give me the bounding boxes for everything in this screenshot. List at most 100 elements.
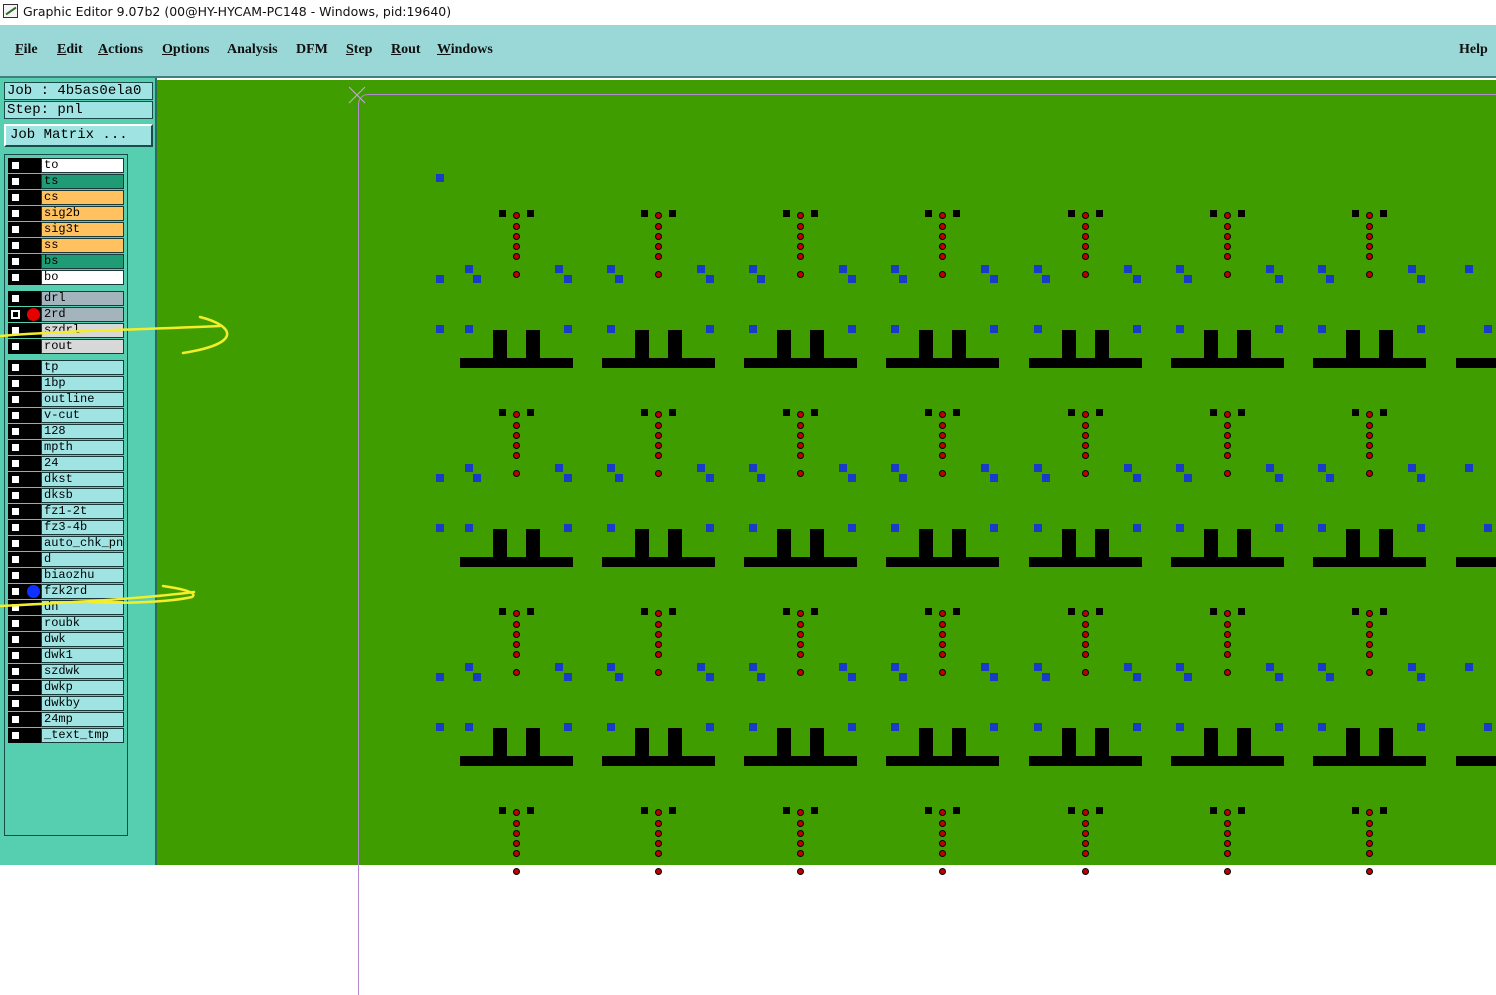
layer-checkbox[interactable] [8,520,23,535]
layer-name[interactable]: to [41,158,124,173]
layer-row-outline[interactable]: outline [8,392,124,407]
layer-checkbox[interactable] [8,408,23,423]
layer-checkbox[interactable] [8,307,23,322]
layer-list-scroll-area[interactable] [128,154,153,836]
layer-name[interactable]: dwkp [41,680,124,695]
layer-checkbox[interactable] [8,174,23,189]
layer-name[interactable]: bs [41,254,124,269]
layer-color-slot[interactable] [23,472,41,487]
layer-checkbox[interactable] [8,360,23,375]
layer-checkbox[interactable] [8,552,23,567]
menu-step[interactable]: Step [346,42,372,58]
layer-checkbox[interactable] [8,632,23,647]
layer-checkbox[interactable] [8,222,23,237]
layer-color-slot[interactable] [23,376,41,391]
layer-name[interactable]: fz1-2t [41,504,124,519]
layer-name[interactable]: sig3t [41,222,124,237]
layer-checkbox[interactable] [8,472,23,487]
layer-name[interactable]: bo [41,270,124,285]
layer-row-_text_tmp[interactable]: _text_tmp [8,728,124,743]
layer-name[interactable]: fz3-4b [41,520,124,535]
layer-name[interactable]: dn [41,600,124,615]
layer-row-dwkby[interactable]: dwkby [8,696,124,711]
layer-row-dksb[interactable]: dksb [8,488,124,503]
layer-row-sig3t[interactable]: sig3t [8,222,124,237]
layer-row-rout[interactable]: rout [8,339,124,354]
layer-row-sig2b[interactable]: sig2b [8,206,124,221]
layer-color-slot[interactable] [23,696,41,711]
menu-edit[interactable]: Edit [57,42,83,58]
layer-name[interactable]: 2rd [41,307,124,322]
layer-color-slot[interactable] [23,339,41,354]
layer-row-bo[interactable]: bo [8,270,124,285]
layer-row-dn[interactable]: dn [8,600,124,615]
layer-checkbox[interactable] [8,190,23,205]
layer-row-to[interactable]: to [8,158,124,173]
layer-name[interactable]: dksb [41,488,124,503]
layer-name[interactable]: szdrl [41,323,124,338]
layer-color-slot[interactable] [23,158,41,173]
layer-color-slot[interactable] [23,488,41,503]
layer-color-slot[interactable] [23,360,41,375]
layer-checkbox[interactable] [8,600,23,615]
layer-name[interactable]: ss [41,238,124,253]
layer-row-dwk[interactable]: dwk [8,632,124,647]
layer-color-slot[interactable] [23,270,41,285]
layer-name[interactable]: 128 [41,424,124,439]
layer-checkbox[interactable] [8,238,23,253]
layer-checkbox[interactable] [8,206,23,221]
layer-name[interactable]: sig2b [41,206,124,221]
layer-name[interactable]: cs [41,190,124,205]
layer-checkbox[interactable] [8,456,23,471]
layer-row-fzk2rd[interactable]: fzk2rd [8,584,124,599]
layer-row-dkst[interactable]: dkst [8,472,124,487]
layer-checkbox[interactable] [8,392,23,407]
layer-color-slot[interactable] [23,190,41,205]
layer-color-slot[interactable] [23,323,41,338]
layer-color-slot[interactable] [23,206,41,221]
layer-name[interactable]: roubk [41,616,124,631]
layer-checkbox[interactable] [8,424,23,439]
layer-checkbox[interactable] [8,323,23,338]
layer-checkbox[interactable] [8,664,23,679]
layer-checkbox[interactable] [8,270,23,285]
layer-row-ss[interactable]: ss [8,238,124,253]
layer-color-slot[interactable] [23,536,41,551]
layer-row-tp[interactable]: tp [8,360,124,375]
layer-color-slot[interactable] [23,424,41,439]
layer-row-dwkp[interactable]: dwkp [8,680,124,695]
menu-options[interactable]: Options [162,42,209,58]
layer-name[interactable]: 24mp [41,712,124,727]
layer-color-slot[interactable] [23,238,41,253]
layer-name[interactable]: fzk2rd [41,584,124,599]
layer-color-slot[interactable] [23,632,41,647]
layer-row-24[interactable]: 24 [8,456,124,471]
menu-help[interactable]: Help [1459,42,1488,58]
layer-name[interactable]: 1bp [41,376,124,391]
layer-row-drl[interactable]: drl [8,291,124,306]
layer-row-mpth[interactable]: mpth [8,440,124,455]
layer-name[interactable]: drl [41,291,124,306]
layer-color-slot[interactable] [23,174,41,189]
layer-name[interactable]: rout [41,339,124,354]
menu-analysis[interactable]: Analysis [227,42,278,58]
layer-name[interactable]: dwk [41,632,124,647]
layer-checkbox[interactable] [8,376,23,391]
menu-windows[interactable]: Windows [437,42,493,58]
layer-color-slot[interactable] [23,600,41,615]
layer-checkbox[interactable] [8,584,23,599]
layer-name[interactable]: dwk1 [41,648,124,663]
layer-checkbox[interactable] [8,254,23,269]
layer-row-d[interactable]: d [8,552,124,567]
layer-name[interactable]: 24 [41,456,124,471]
layer-checkbox[interactable] [8,568,23,583]
layer-row-bs[interactable]: bs [8,254,124,269]
layer-color-slot[interactable] [23,712,41,727]
layer-checkbox[interactable] [8,728,23,743]
layer-row-cs[interactable]: cs [8,190,124,205]
layer-row-2rd[interactable]: 2rd [8,307,124,322]
layer-row-24mp[interactable]: 24mp [8,712,124,727]
layer-color-slot[interactable] [23,440,41,455]
layer-row-biaozhu[interactable]: biaozhu [8,568,124,583]
layer-row-roubk[interactable]: roubk [8,616,124,631]
